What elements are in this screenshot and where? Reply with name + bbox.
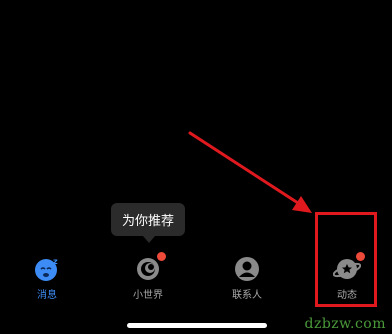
home-indicator[interactable] (127, 323, 267, 328)
watermark: dzbzw.com (304, 316, 386, 332)
annotation-highlight-box (315, 212, 377, 307)
